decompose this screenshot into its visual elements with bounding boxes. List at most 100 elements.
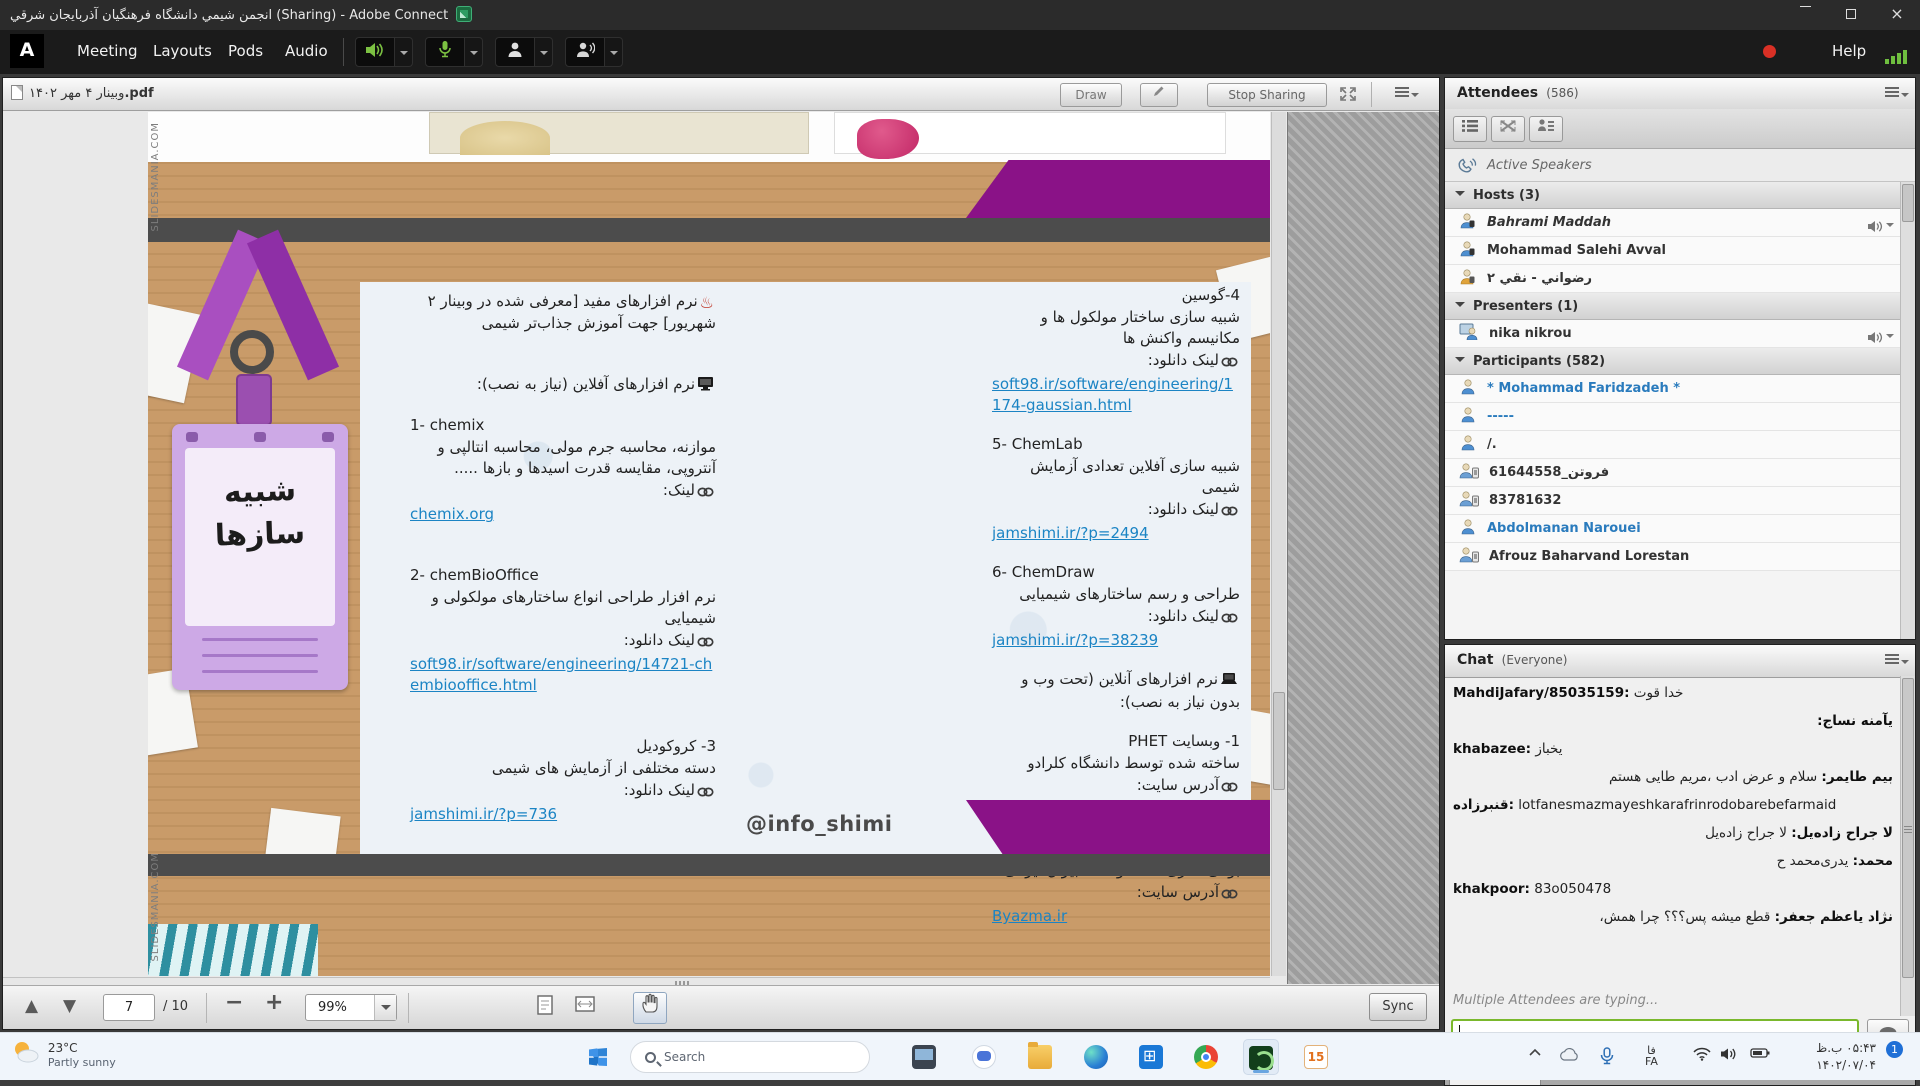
attendee-row[interactable]: 83781632	[1445, 487, 1900, 515]
fullscreen-button[interactable]	[1339, 86, 1357, 106]
breakout-view-button[interactable]	[1491, 116, 1525, 142]
pan-tool-button[interactable]	[633, 992, 667, 1024]
draw-button[interactable]: Draw	[1060, 83, 1122, 107]
stop-sharing-button[interactable]: Stop Sharing	[1207, 83, 1327, 107]
maximize-button[interactable]	[1828, 0, 1874, 30]
attendee-row[interactable]: /.	[1445, 431, 1900, 459]
shared-document[interactable]: شبیه سازها ♨نرم افزارهای مفید [معرفی شده…	[148, 112, 1270, 976]
attendee-row[interactable]: Afrouz Baharvand Lorestan	[1445, 543, 1900, 571]
doc-line-link[interactable]: jamshimi.ir/?p=38239	[992, 630, 1240, 651]
attendee-row[interactable]: * Mohammad Faridzadeh *	[1445, 375, 1900, 403]
doc-line-link[interactable]: jamshimi.ir/?p=736	[410, 804, 716, 825]
doc-link-text[interactable]: chemix.org	[410, 505, 494, 523]
zoom-out-button[interactable]: −	[225, 990, 243, 1015]
notification-badge[interactable]: 1	[1886, 1041, 1903, 1058]
webcam-dropdown[interactable]	[535, 37, 553, 67]
previous-page-button[interactable]: ▲	[25, 996, 38, 1016]
attendee-name: * Mohammad Faridzadeh *	[1487, 381, 1680, 396]
next-page-button[interactable]: ▼	[63, 996, 76, 1016]
start-button[interactable]	[580, 1039, 616, 1075]
doc-line-link[interactable]: Byazma.ir	[992, 906, 1240, 927]
doc-line-link[interactable]: soft98.ir/software/engineering/14721-che…	[410, 654, 716, 696]
menu-meeting[interactable]: Meeting	[77, 42, 137, 60]
phone-dropdown[interactable]	[605, 37, 623, 67]
attendee-status-view-button[interactable]	[1529, 116, 1563, 142]
doc-link-text[interactable]: jamshimi.ir/?p=38239	[992, 631, 1158, 649]
attendee-row[interactable]: Mohammad Salehi Avval	[1445, 237, 1900, 265]
attendee-section-header[interactable]: Hosts (3)	[1445, 182, 1900, 209]
taskbar-app-calendar[interactable]: 15	[1298, 1039, 1334, 1075]
host-attendee-icon	[1459, 246, 1477, 261]
minimize-button[interactable]	[1782, 0, 1828, 30]
menu-audio[interactable]: Audio	[285, 42, 328, 60]
attendees-scrollbar[interactable]	[1900, 182, 1915, 639]
taskbar-app-explorer[interactable]	[1022, 1039, 1058, 1075]
share-pod-menu[interactable]	[1393, 85, 1419, 105]
doc-line-link[interactable]: chemix.org	[410, 504, 716, 525]
mic-dropdown[interactable]	[465, 37, 483, 67]
fit-width-button[interactable]	[571, 994, 599, 1022]
attendees-pod-menu[interactable]	[1883, 85, 1909, 105]
page-number-input[interactable]: 7	[103, 994, 155, 1021]
doc-link-text[interactable]: Byazma.ir	[992, 907, 1067, 925]
attendee-row[interactable]: 61644558_فروتن	[1445, 459, 1900, 487]
fit-width-icon	[574, 994, 596, 1014]
onedrive-cloud-icon[interactable]	[1558, 1047, 1580, 1065]
doc-link-text[interactable]: soft98.ir/software/engineering/14721-che…	[410, 655, 712, 694]
zoom-dropdown-arrow[interactable]	[374, 995, 396, 1020]
doc-link-text[interactable]: jamshimi.ir/?p=736	[410, 805, 557, 823]
pencil-icon	[1152, 84, 1166, 98]
connection-signal-icon[interactable]	[1885, 46, 1909, 64]
doc-link-text[interactable]: soft98.ir/software/engineering/1174-gaus…	[992, 375, 1233, 414]
attendee-row[interactable]: رضواني - نقي ۲	[1445, 265, 1900, 293]
attendee-section-header[interactable]: Participants (582)	[1445, 348, 1900, 375]
doc-line-link[interactable]: soft98.ir/software/engineering/1174-gaus…	[992, 374, 1240, 416]
taskbar-app-terminal[interactable]	[906, 1039, 942, 1075]
taskbar-app-edge[interactable]	[1078, 1039, 1114, 1075]
attendees-scroll-thumb[interactable]	[1902, 184, 1914, 222]
tray-chevron-icon[interactable]	[1528, 1047, 1542, 1062]
taskbar-app-adobe-connect[interactable]	[1243, 1039, 1279, 1075]
language-indicator[interactable]: فا FA	[1645, 1045, 1658, 1067]
fit-page-button[interactable]	[531, 994, 559, 1022]
menu-help[interactable]: Help	[1832, 42, 1866, 60]
phone-button[interactable]	[565, 37, 605, 67]
wifi-icon[interactable]	[1693, 1047, 1711, 1064]
doc-text: نرم افزارهای مفید [معرفی شده در وبینار ۲…	[428, 292, 716, 332]
volume-icon[interactable]	[1720, 1047, 1738, 1064]
weather-widget[interactable]: 23°C Partly sunny	[10, 1039, 116, 1069]
attendee-section-header[interactable]: Presenters (1)	[1445, 293, 1900, 320]
mic-button[interactable]	[425, 37, 465, 67]
windows-logo-icon	[589, 1048, 607, 1066]
taskbar-app-chrome[interactable]	[1188, 1039, 1224, 1075]
attendee-row[interactable]: -----	[1445, 403, 1900, 431]
pod-empty-area	[1287, 112, 1439, 984]
chat-scrollbar[interactable]	[1900, 676, 1915, 1016]
menu-pods[interactable]: Pods	[228, 42, 263, 60]
chat-pod-menu[interactable]	[1883, 652, 1909, 672]
document-vertical-scrollbar[interactable]	[1271, 112, 1286, 976]
taskbar-app-chat[interactable]	[966, 1039, 1002, 1075]
annotate-button[interactable]	[1140, 83, 1178, 107]
doc-line-link[interactable]: jamshimi.ir/?p=2494	[992, 523, 1240, 544]
tray-mic-icon[interactable]	[1598, 1047, 1616, 1068]
attendee-row[interactable]: Abdolmanan Narouei	[1445, 515, 1900, 543]
close-button[interactable]: ×	[1874, 0, 1920, 30]
attendee-list-view-button[interactable]	[1453, 116, 1487, 142]
mic-icon	[438, 40, 452, 58]
attendee-row[interactable]: nika nikrou	[1445, 320, 1900, 348]
battery-icon[interactable]	[1750, 1047, 1770, 1062]
zoom-in-button[interactable]: +	[265, 990, 283, 1015]
vertical-scroll-thumb[interactable]	[1273, 692, 1285, 790]
zoom-level-select[interactable]: 99%	[305, 994, 397, 1021]
speaker-dropdown[interactable]	[395, 37, 413, 67]
clock-widget[interactable]: ۰۵:۴۳ ب.ظ ۱۴۰۲/۰۷/۰۴	[1790, 1040, 1876, 1074]
menu-layouts[interactable]: Layouts	[153, 42, 212, 60]
taskbar-search[interactable]: Search	[630, 1041, 870, 1073]
doc-link-text[interactable]: jamshimi.ir/?p=2494	[992, 524, 1149, 542]
sync-button[interactable]: Sync	[1369, 993, 1427, 1021]
webcam-button[interactable]	[495, 37, 535, 67]
attendee-row[interactable]: Bahrami Maddah	[1445, 209, 1900, 237]
speaker-button[interactable]	[355, 37, 395, 67]
taskbar-app-store[interactable]	[1133, 1039, 1169, 1075]
